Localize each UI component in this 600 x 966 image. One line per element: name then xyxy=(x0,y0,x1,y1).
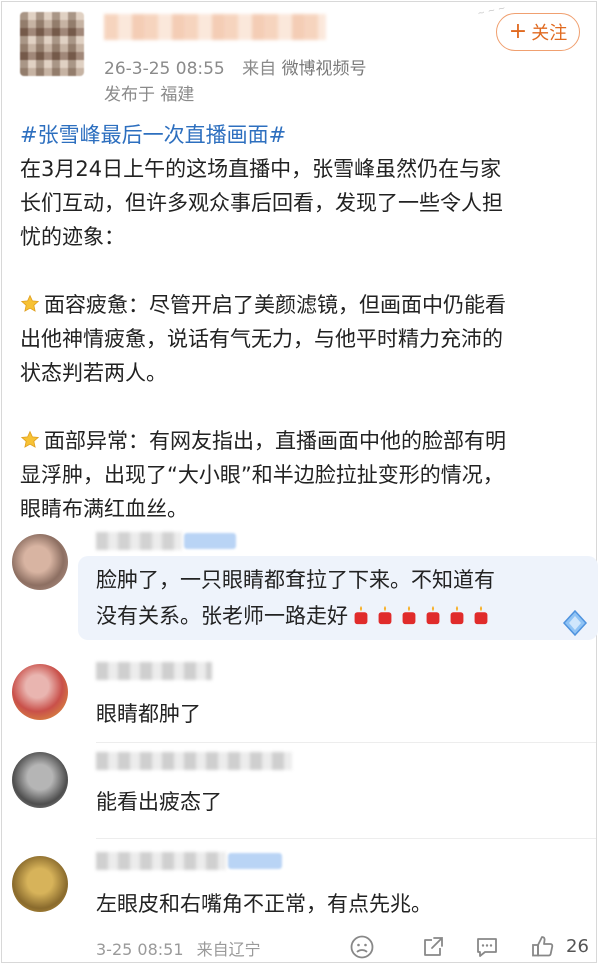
comment-text: 能看出疲态了 xyxy=(96,790,222,814)
candle-icon xyxy=(354,605,368,625)
commenter-name-blurred[interactable] xyxy=(96,752,292,770)
divider xyxy=(96,838,596,839)
emoji-icon[interactable] xyxy=(349,934,375,960)
like-icon[interactable] xyxy=(530,934,556,960)
source-name[interactable]: 微博视频号 xyxy=(282,59,367,79)
commenter-avatar[interactable] xyxy=(12,856,68,912)
star-icon xyxy=(20,430,40,448)
post-meta: 26-3-25 08:55 来自 微博视频号 xyxy=(104,54,367,79)
diamond-badge-icon xyxy=(562,609,588,637)
commenter-name-blurred[interactable] xyxy=(96,662,212,680)
comment-meta: 3-25 08:51 来自辽宁 xyxy=(96,936,261,960)
point1-line-2: 出他神情疲惫，说话有气无力，与他平时精力充沛的 xyxy=(20,327,503,351)
candle-icon xyxy=(474,605,488,625)
point2-line-3: 眼睛布满红血丝。 xyxy=(20,497,188,521)
source-prefix: 来自 xyxy=(242,59,277,79)
commenter-name-blurred[interactable] xyxy=(96,532,182,550)
comment-time: 3-25 08:51 xyxy=(96,940,184,959)
commenter-name-blurred[interactable] xyxy=(96,852,226,870)
intro-line-2: 长们互动，但许多观众事后回看，发现了一些令人担 xyxy=(20,191,503,215)
intro-line-3: 忧的迹象： xyxy=(20,225,125,249)
intro-line-1: 在3月24日上午的这场直播中，张雪峰虽然仍在与家 xyxy=(20,157,502,181)
author-name-blurred[interactable] xyxy=(104,14,326,40)
post-source: 来自 微博视频号 xyxy=(242,59,366,79)
comment-text-line-2-text: 没有关系。张老师一路走好 xyxy=(96,604,348,628)
comment-text: 眼睛都肿了 xyxy=(96,702,201,726)
comment-text-line-2: 没有关系。张老师一路走好 xyxy=(96,600,492,630)
commenter-avatar[interactable] xyxy=(12,752,68,808)
author-avatar[interactable] xyxy=(20,12,84,76)
star-icon xyxy=(20,294,40,312)
follow-button[interactable]: + 关注 xyxy=(496,13,580,51)
candle-icon xyxy=(378,605,392,625)
point2-line-2: 显浮肿，出现了“大小眼”和半边脸拉扯变形的情况， xyxy=(20,463,504,487)
comment-icon[interactable] xyxy=(474,934,500,960)
comment-text-line-1: 脸肿了，一只眼睛都耷拉了下来。不知道有 xyxy=(96,568,495,592)
point1-line-1: 面容疲惫：尽管开启了美颜滤镜，但画面中仍能看 xyxy=(44,293,506,317)
comment-text: 左眼皮和右嘴角不正常，有点先兆。 xyxy=(96,892,432,916)
plus-icon: + xyxy=(508,19,528,44)
like-count: 26 xyxy=(566,936,589,957)
point1-line-3: 状态判若两人。 xyxy=(20,361,167,385)
post-body: #张雪峰最后一次直播画面# 在3月24日上午的这场直播中，张雪峰虽然仍在与家 长… xyxy=(20,118,590,526)
comment-location: 来自辽宁 xyxy=(196,940,261,959)
vip-badge-blurred xyxy=(228,853,282,869)
candle-icon xyxy=(450,605,464,625)
candle-icon xyxy=(402,605,416,625)
commenter-avatar[interactable] xyxy=(12,664,68,720)
divider xyxy=(96,742,596,743)
candle-icon xyxy=(426,605,440,625)
vip-badge-blurred xyxy=(184,533,236,549)
commenter-avatar[interactable] xyxy=(12,534,68,590)
point2-line-1: 面部异常：有网友指出，直播画面中他的脸部有明 xyxy=(44,429,506,453)
post-time: 26-3-25 08:55 xyxy=(104,59,225,79)
share-icon[interactable] xyxy=(420,934,446,960)
hashtag-link[interactable]: #张雪峰最后一次直播画面# xyxy=(20,123,286,147)
follow-label: 关注 xyxy=(531,23,568,44)
post-location: 发布于 福建 xyxy=(104,85,195,105)
